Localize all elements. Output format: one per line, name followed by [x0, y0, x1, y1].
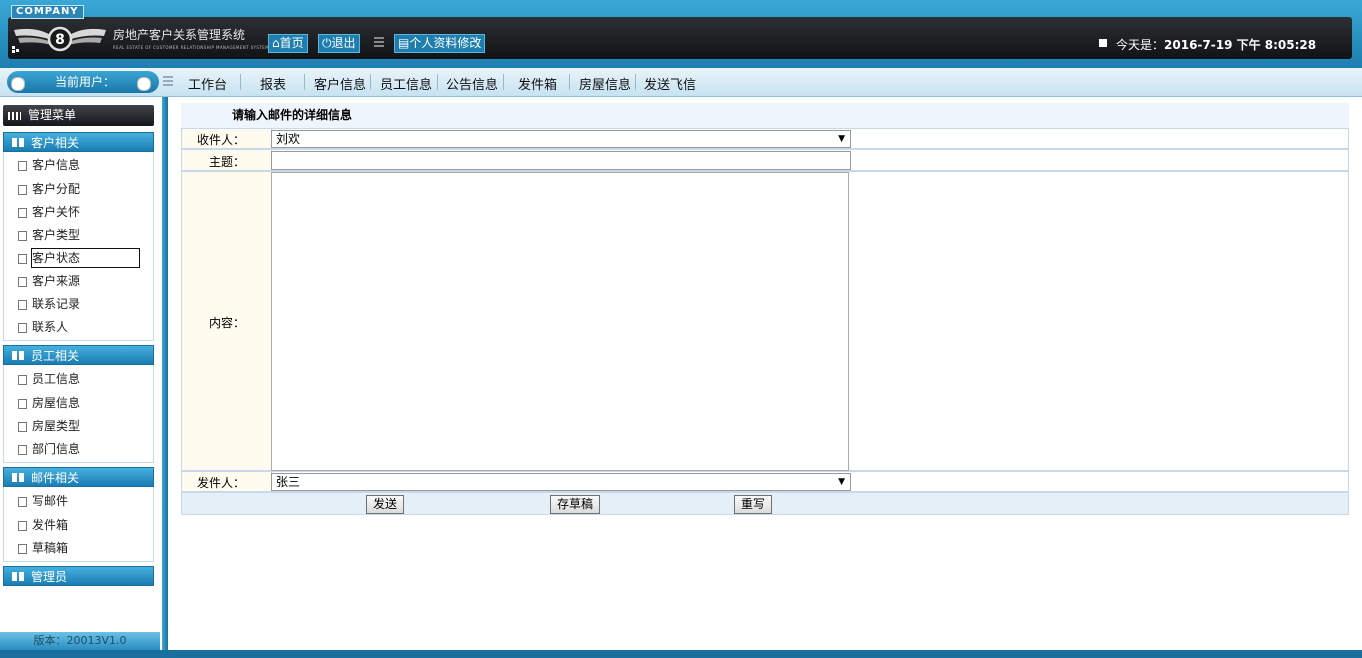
recipient-select[interactable]: 刘欢 ▼	[271, 130, 851, 148]
sender-select[interactable]: 张三 ▼	[271, 473, 851, 491]
form-actions: 发送 存草稿 重写	[181, 492, 1349, 515]
content-row: 内容：	[181, 171, 1349, 471]
home-icon: ⌂	[272, 36, 280, 50]
sidebar-title: 管理菜单	[28, 108, 77, 122]
knob-icon	[11, 77, 25, 91]
home-button[interactable]: ⌂首页	[268, 34, 308, 53]
subject-input[interactable]	[271, 151, 851, 170]
exit-button[interactable]: ⏻退出	[318, 34, 360, 53]
doc-icon	[18, 375, 27, 385]
company-badge: COMPANY	[11, 5, 84, 19]
nav-divider	[304, 74, 305, 90]
system-subtitle: REAL ESTATE OF CUSTOMER RELATIONSHIP MAN…	[113, 45, 269, 50]
sidebar: 管理菜单 客户相关 客户信息 客户分配 客户关怀 客户类型 客户状态 客户来源 …	[0, 97, 163, 652]
nav-divider	[503, 74, 504, 90]
nav-item-announcements[interactable]: 公告信息	[446, 74, 498, 93]
content-label: 内容：	[182, 172, 272, 470]
nav-item-house-info[interactable]: 房屋信息	[579, 74, 631, 93]
book-icon	[12, 138, 24, 147]
doc-icon	[18, 208, 27, 218]
nav-divider	[569, 74, 570, 90]
sender-row: 发件人： 张三 ▼	[181, 471, 1349, 492]
bottom-bar	[0, 650, 1362, 658]
group-employee[interactable]: 员工相关	[3, 345, 154, 365]
doc-icon	[18, 323, 27, 333]
winged-logo-icon: 8	[12, 26, 106, 53]
doc-icon	[18, 497, 27, 507]
nav-item-workbench[interactable]: 工作台	[188, 74, 227, 93]
subject-label: 主题：	[182, 150, 272, 170]
send-button[interactable]: 发送	[366, 495, 405, 514]
content-textarea[interactable]	[271, 172, 849, 471]
doc-icon	[18, 231, 27, 241]
group-mail[interactable]: 邮件相关	[3, 467, 154, 487]
menu-grid-icon	[8, 112, 21, 120]
top-header: COMPANY 8 房地产客户关系管理系统 REAL ESTATE OF CUS…	[0, 0, 1362, 68]
header-separator	[374, 37, 384, 48]
reset-button[interactable]: 重写	[734, 495, 773, 514]
form-title: 请输入邮件的详细信息	[181, 103, 1349, 128]
group-admin[interactable]: 管理员	[3, 566, 154, 586]
doc-icon	[18, 277, 27, 287]
nav-divider	[370, 74, 371, 90]
nav-item-employee-info[interactable]: 员工信息	[380, 74, 432, 93]
recipient-label: 收件人：	[182, 129, 272, 148]
nav-divider	[437, 74, 438, 90]
dropdown-arrow-icon: ▼	[838, 134, 845, 144]
knob-icon	[137, 77, 151, 91]
current-date: 今天是：2016-7-19 下午 8:05:28	[1116, 38, 1317, 52]
sidebar-header: 管理菜单	[3, 105, 154, 126]
nav-item-outbox[interactable]: 发件箱	[518, 74, 557, 93]
dropdown-arrow-icon: ▼	[838, 477, 845, 487]
nav-item-reports[interactable]: 报表	[260, 74, 286, 93]
book-icon	[12, 351, 24, 360]
doc-icon	[18, 300, 27, 310]
version-label: 版本：20013V1.0	[0, 632, 160, 650]
doc-icon	[18, 521, 27, 531]
nav-item-customer-info[interactable]: 客户信息	[314, 74, 366, 93]
doc-icon	[18, 161, 27, 171]
doc-icon	[18, 185, 27, 195]
square-bullet-icon	[1099, 39, 1107, 47]
doc-icon	[18, 399, 27, 409]
current-user-pill: 当前用户：	[7, 71, 159, 93]
recipient-row: 收件人： 刘欢 ▼	[181, 128, 1349, 149]
book-icon	[12, 572, 24, 581]
sender-label: 发件人：	[182, 472, 272, 491]
book-icon	[12, 473, 24, 482]
nav-divider	[240, 74, 241, 90]
nav-divider	[635, 74, 636, 90]
group-customer[interactable]: 客户相关	[3, 132, 154, 152]
nav-separator	[163, 76, 173, 88]
save-draft-button[interactable]: 存草稿	[550, 495, 601, 514]
nav-bar: 当前用户： 工作台 报表 客户信息 员工信息 公告信息 发件箱 房屋信息 发送飞…	[0, 68, 1362, 97]
power-icon: ⏻	[322, 36, 332, 50]
profile-icon: ▤	[398, 36, 410, 50]
nav-item-send-fetion[interactable]: 发送飞信	[644, 74, 696, 93]
doc-icon	[18, 254, 27, 264]
sidebar-splitter[interactable]	[162, 97, 168, 650]
doc-icon	[18, 422, 27, 432]
doc-icon	[18, 544, 27, 554]
profile-edit-button[interactable]: ▤个人资料修改	[394, 34, 486, 53]
doc-icon	[18, 445, 27, 455]
svg-text:8: 8	[55, 32, 65, 48]
system-title: 房地产客户关系管理系统	[113, 28, 246, 42]
subject-row: 主题：	[181, 149, 1349, 171]
current-user-label: 当前用户：	[55, 75, 116, 89]
